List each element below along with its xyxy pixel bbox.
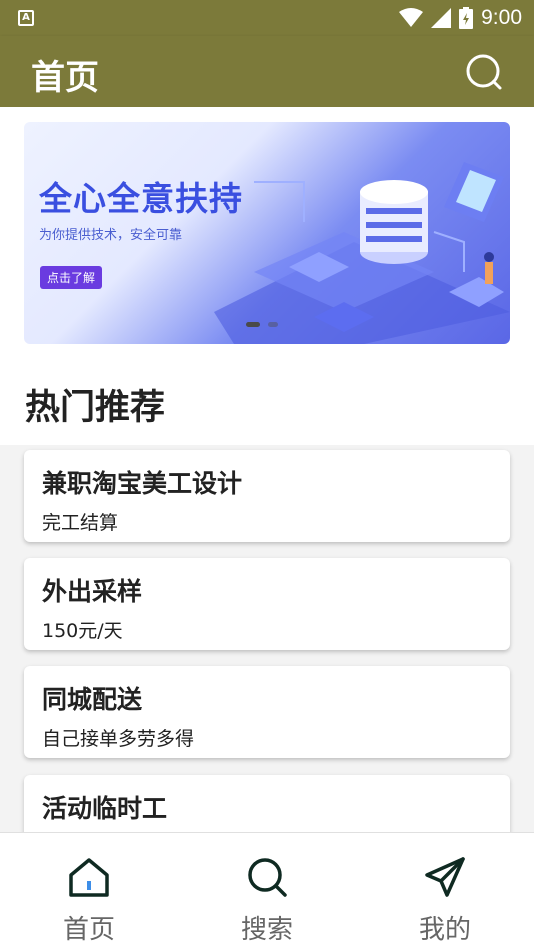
- battery-icon: [459, 7, 474, 29]
- server-illustration: [214, 162, 510, 344]
- app-bar: 首页: [0, 36, 534, 107]
- job-card-title: 外出采样: [42, 577, 143, 606]
- nav-item-home[interactable]: 首页: [29, 833, 149, 950]
- job-card[interactable]: 外出采样 150元/天: [24, 558, 510, 650]
- nav-label-search: 搜索: [240, 915, 293, 945]
- job-card-title: 兼职淘宝美工设计: [42, 469, 243, 498]
- job-card[interactable]: 兼职淘宝美工设计 完工结算: [24, 450, 510, 542]
- banner-subtitle: 为你提供技术，安全可靠: [39, 228, 183, 243]
- status-bar: A 9:00: [0, 0, 534, 36]
- job-card-title: 同城配送: [42, 685, 143, 714]
- job-card-subtitle: 150元/天: [42, 620, 123, 642]
- status-time: 9:00: [481, 6, 522, 29]
- carousel-dot[interactable]: [268, 322, 278, 327]
- banner-cta-button[interactable]: 点击了解: [40, 266, 103, 289]
- banner-container: 全心全意扶持 为你提供技术，安全可靠 点击了解: [0, 107, 534, 345]
- search-icon: [466, 54, 502, 90]
- nav-label-profile: 我的: [418, 915, 471, 945]
- status-icons: 9:00: [399, 6, 522, 30]
- search-icon: [248, 858, 287, 897]
- section-header: 热门推荐: [0, 345, 534, 445]
- carousel-dot-active[interactable]: [246, 322, 260, 327]
- job-card-subtitle: 完工结算: [42, 512, 119, 534]
- section-title: 热门推荐: [25, 388, 166, 428]
- home-icon: [69, 858, 109, 897]
- search-button[interactable]: [464, 52, 504, 92]
- job-card-title: 活动临时工: [42, 794, 168, 823]
- wifi-icon: [399, 8, 424, 27]
- signal-icon: [431, 8, 452, 28]
- job-card-subtitle: 自己接单多劳多得: [42, 728, 195, 750]
- send-icon: [425, 857, 465, 897]
- nav-label-home: 首页: [62, 915, 115, 945]
- nav-item-profile[interactable]: 我的: [385, 833, 505, 950]
- page-title: 首页: [31, 58, 99, 98]
- job-card[interactable]: 同城配送 自己接单多劳多得: [24, 666, 510, 758]
- banner-carousel[interactable]: 全心全意扶持 为你提供技术，安全可靠 点击了解: [24, 122, 510, 344]
- nav-item-search[interactable]: 搜索: [207, 833, 327, 950]
- app-notification-icon: A: [18, 10, 34, 26]
- bottom-navigation: 首页 搜索 我的: [0, 832, 534, 950]
